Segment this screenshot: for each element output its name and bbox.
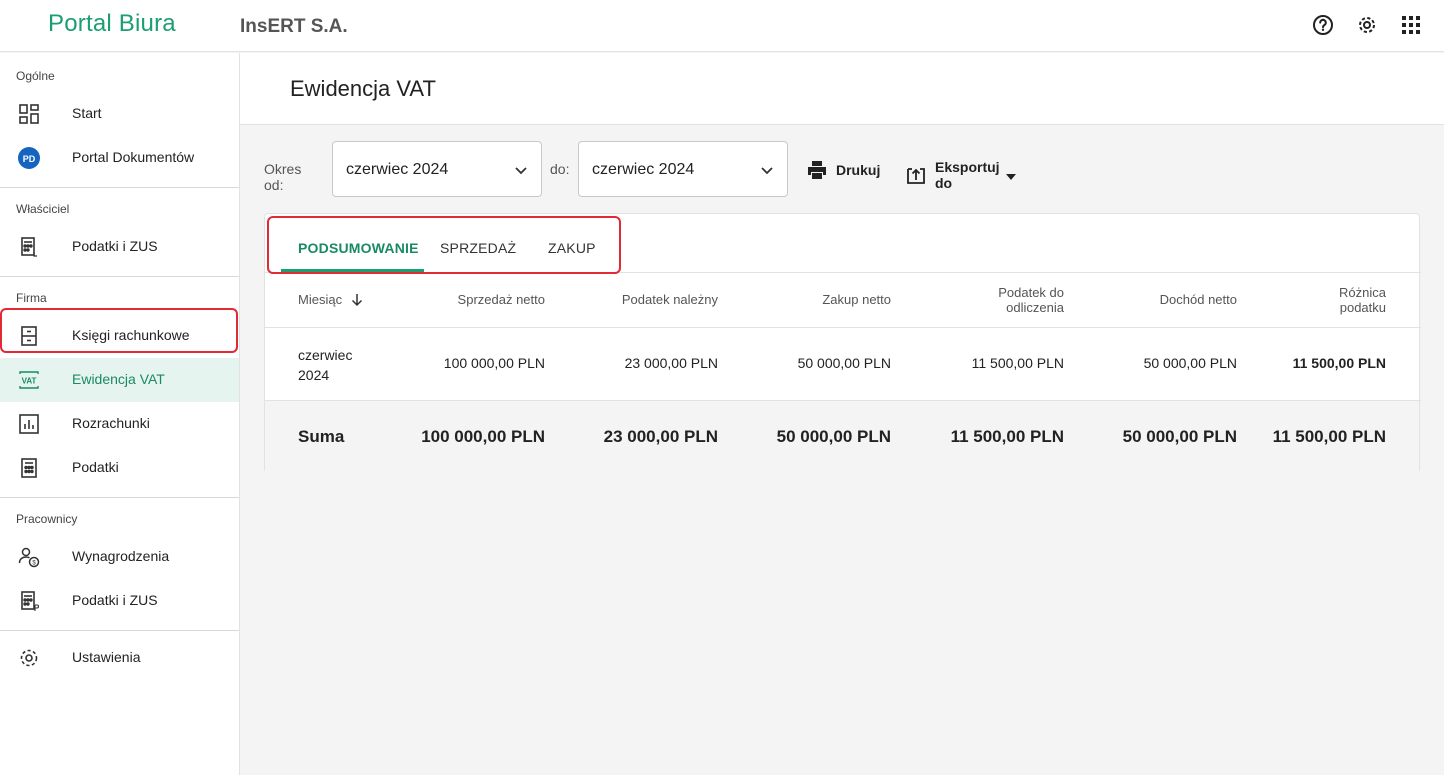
sidebar-item-start[interactable]: Start [0,92,239,136]
sidebar-item-portal-dokumentow[interactable]: PD Portal Dokumentów [0,136,239,180]
cell-tax-deductible: 11 500,00 PLN [971,355,1064,371]
sum-tax-due: 23 000,00 PLN [603,427,718,446]
sidebar-item-label: Podatki i ZUS [72,592,158,608]
sum-income-net: 50 000,00 PLN [1122,427,1237,446]
sum-tax-deductible: 11 500,00 PLN [950,427,1064,446]
sidebar-section-label: Ogólne [16,69,55,83]
logo-part1: Portal [48,10,112,37]
sidebar-item-label: Ewidencja VAT [72,371,165,387]
sidebar-divider [0,187,239,188]
sidebar-item-label: Portal Dokumentów [72,149,195,165]
th-tax-deductible[interactable]: Podatek do odliczenia [998,285,1064,315]
chevron-down-icon [759,162,775,178]
sidebar-item-ustawienia[interactable]: Ustawienia [0,636,239,680]
th-tax-diff-line2: podatku [1339,300,1386,315]
top-bar: Portal Biura InsERT S.A. [0,0,1444,52]
gear-icon [18,647,40,669]
person-money-icon: $ [18,546,40,568]
sidebar-divider [0,630,239,631]
company-name: InsERT S.A. [240,16,348,37]
cell-tax-due: 23 000,00 PLN [624,355,718,371]
app-logo[interactable]: Portal Biura [48,10,176,38]
page-title: Ewidencja VAT [290,76,436,101]
pd-badge-icon: PD [18,147,40,169]
row-divider [265,327,1421,328]
period-to-label: do: [550,161,570,177]
th-income-net[interactable]: Dochód netto [1160,292,1237,307]
logo-part2: Biura [118,10,176,37]
sidebar-item-label: Podatki i ZUS [72,238,158,254]
period-to-value: czerwiec 2024 [592,161,695,178]
printer-icon [806,159,828,181]
th-purchase-net[interactable]: Zakup netto [822,292,891,307]
sidebar-divider [0,276,239,277]
sidebar-item-podatki-zus-employees[interactable]: Podatki i ZUS [0,579,239,623]
cell-sales-net: 100 000,00 PLN [443,355,545,371]
cell-tax-diff: 11 500,00 PLN [1292,355,1386,371]
caret-down-icon [1005,167,1016,183]
th-tax-diff-line1: Różnica [1339,285,1386,300]
dashboard-icon [18,103,40,125]
sidebar-divider [0,497,239,498]
th-tax-diff[interactable]: Różnica podatku [1339,285,1386,315]
sidebar-item-label: Wynagrodzenia [72,548,170,564]
th-tax-deductible-line1: Podatek do [998,285,1064,300]
calculator-icon [18,457,40,479]
pd-badge-text: PD [23,154,36,164]
period-from-label: Okres od: [264,161,302,193]
sum-label: Suma [298,427,345,446]
export-button[interactable]: Eksportuj do [905,159,1016,191]
cell-month-line2: 2024 [298,367,330,383]
sidebar-item-podatki-zus-owner[interactable]: Podatki i ZUS [0,225,239,269]
help-icon[interactable] [1312,14,1334,36]
chevron-down-icon [513,162,529,178]
vat-icon: VAT [18,369,40,391]
sidebar-item-podatki[interactable]: Podatki [0,446,239,490]
th-tax-deductible-line2: odliczenia [1006,300,1064,315]
sidebar-section-label: Pracownicy [16,512,78,526]
sidebar-item-label: Podatki [72,459,119,475]
cell-month: czerwiec 2024 [298,345,352,385]
calculator-icon [18,236,40,258]
th-month-label: Miesiąc [298,292,343,307]
sidebar-item-rozrachunki[interactable]: Rozrachunki [0,402,239,446]
vat-icon-text: VAT [22,377,37,386]
sum-purchase-net: 50 000,00 PLN [776,427,891,446]
calculator-icon [18,590,40,612]
top-icons [1312,14,1422,36]
sum-tax-diff: 11 500,00 PLN [1272,427,1386,446]
cell-income-net: 50 000,00 PLN [1143,355,1237,371]
sidebar-item-label: Start [72,105,102,121]
period-to-select[interactable]: czerwiec 2024 [578,141,788,197]
print-label: Drukuj [836,162,881,178]
export-label: Eksportuj do [935,159,1000,191]
sidebar-section-label: Firma [16,291,47,305]
sidebar-item-label: Rozrachunki [72,415,150,431]
table-sum-row: Suma 100 000,00 PLN 23 000,00 PLN 50 000… [265,401,1419,473]
sidebar-item-ewidencja-vat[interactable]: VAT Ewidencja VAT [0,358,239,402]
highlight-frame-nav [0,308,238,353]
gear-icon[interactable] [1356,14,1378,36]
period-from-value: czerwiec 2024 [346,161,449,178]
sidebar-item-wynagrodzenia[interactable]: $ Wynagrodzenia [0,535,239,579]
cell-purchase-net: 50 000,00 PLN [797,355,891,371]
print-button[interactable]: Drukuj [806,159,880,181]
th-tax-due[interactable]: Podatek należny [622,292,718,307]
export-icon [905,164,927,186]
th-month[interactable]: Miesiąc [298,292,364,307]
apps-grid-icon[interactable] [1400,14,1422,36]
sort-arrow-down-icon [352,293,363,306]
sum-sales-net: 100 000,00 PLN [421,427,545,446]
th-sales-net[interactable]: Sprzedaż netto [458,292,545,307]
highlight-frame-tabs [267,216,621,274]
sidebar-section-label: Właściciel [16,202,70,216]
period-from-select[interactable]: czerwiec 2024 [332,141,542,197]
sidebar: Ogólne Start PD Portal Dokumentów Właści… [0,53,240,775]
page-header: Ewidencja VAT [240,53,1444,125]
cell-month-line1: czerwiec [298,347,353,363]
sidebar-item-label: Ustawienia [72,649,141,665]
bar-chart-icon [18,413,40,435]
